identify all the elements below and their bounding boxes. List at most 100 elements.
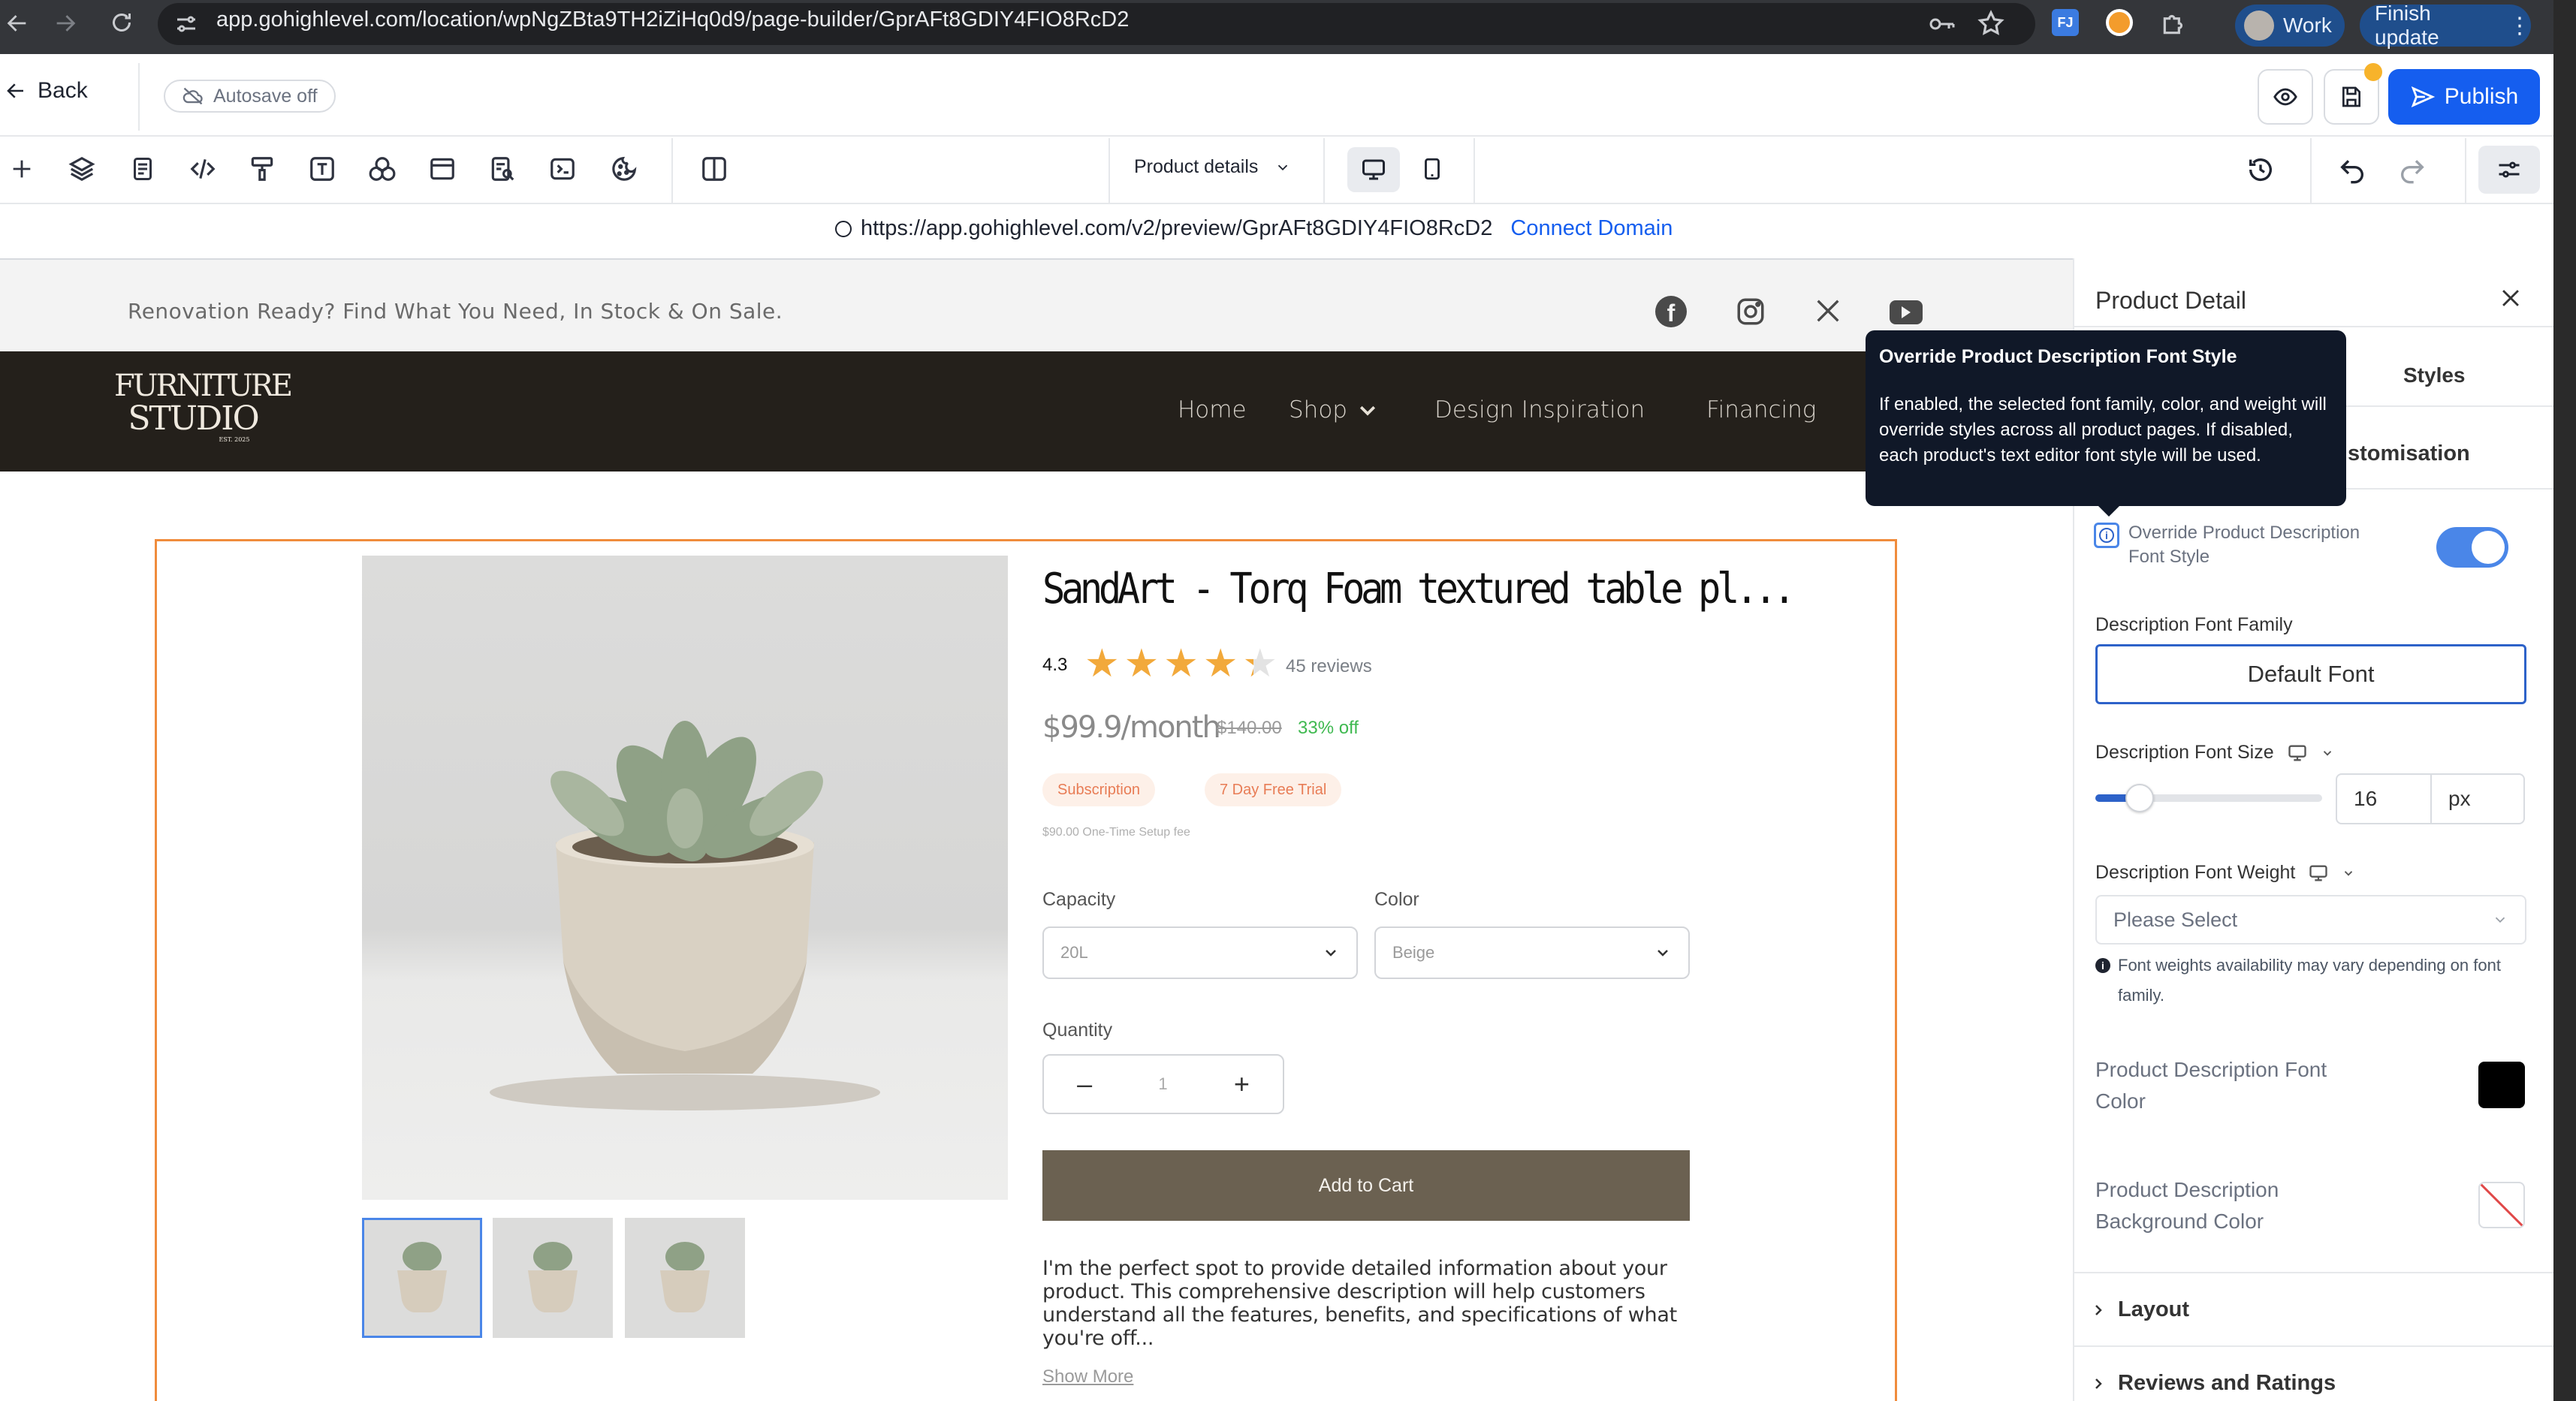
mobile-view-button[interactable] [1419, 155, 1445, 183]
shapes-icon[interactable] [368, 155, 397, 183]
undo-icon[interactable] [2337, 155, 2367, 185]
page-select[interactable]: Product details [1134, 156, 1291, 178]
connect-domain-link[interactable]: Connect Domain [1510, 216, 1673, 241]
customisation-section-header[interactable]: stomisation [2348, 441, 2470, 466]
finish-update-button[interactable]: Finish update ⋮ [2360, 2, 2531, 49]
reload-icon[interactable] [108, 9, 135, 36]
nav-design-inspiration[interactable]: Design Inspiration [1434, 396, 1645, 423]
desktop-icon[interactable] [2286, 743, 2309, 764]
nav-shop-label: Shop [1289, 396, 1347, 423]
extension-orange-icon[interactable] [2106, 9, 2133, 36]
close-icon[interactable] [2498, 285, 2523, 311]
layout-section[interactable]: Layout [2089, 1297, 2189, 1322]
divider [0, 135, 2553, 137]
extension-fj-icon[interactable]: FJ [2052, 9, 2079, 36]
divider [1474, 138, 1475, 204]
capacity-select[interactable]: 20L [1042, 926, 1358, 979]
plant-pot-icon [397, 1242, 447, 1312]
eye-icon [2273, 88, 2297, 106]
back-label: Back [38, 78, 88, 103]
bg-color-swatch[interactable] [2478, 1182, 2525, 1228]
text-icon[interactable] [308, 155, 336, 183]
finish-update-label: Finish update [2375, 2, 2439, 49]
product-thumbnail[interactable] [625, 1218, 745, 1338]
split-view-icon[interactable] [700, 155, 728, 183]
search-page-icon[interactable] [488, 155, 517, 183]
product-thumbnail[interactable] [493, 1218, 613, 1338]
font-weight-select[interactable]: Please Select [2095, 895, 2526, 945]
minus-icon[interactable]: – [1077, 1068, 1092, 1100]
info-circle-icon[interactable]: i [2094, 523, 2119, 548]
reviews-ratings-section[interactable]: Reviews and Ratings [2089, 1371, 2336, 1396]
extensions-puzzle-icon[interactable] [2160, 9, 2188, 38]
preview-eye-button[interactable] [2258, 69, 2313, 125]
chevron-right-icon [2095, 1304, 2102, 1315]
font-weight-label-row: Description Font Weight [2095, 862, 2355, 884]
font-color-swatch[interactable] [2478, 1062, 2525, 1108]
add-to-cart-button[interactable]: Add to Cart [1042, 1150, 1690, 1221]
subscription-badge: Subscription [1042, 773, 1156, 806]
capacity-label: Capacity [1042, 889, 1116, 910]
cookie-icon[interactable] [610, 155, 638, 183]
product-thumbnail[interactable] [362, 1218, 482, 1338]
unsaved-dot [2364, 63, 2382, 81]
tab-styles[interactable]: Styles [2403, 363, 2466, 387]
divider [2310, 138, 2312, 204]
override-toggle[interactable] [2436, 527, 2508, 568]
publish-button[interactable]: Publish [2388, 69, 2540, 125]
paint-roller-icon[interactable] [248, 155, 276, 183]
chevron-down-icon [2495, 917, 2505, 923]
chevron-down-icon[interactable] [2342, 866, 2355, 880]
font-family-select[interactable]: Default Font [2095, 644, 2526, 704]
color-label: Color [1374, 889, 1419, 910]
nav-home[interactable]: Home [1178, 396, 1247, 423]
chevron-down-icon [1658, 950, 1668, 957]
password-key-icon[interactable] [1927, 11, 1957, 38]
back-arrow-icon[interactable] [5, 11, 30, 36]
desktop-icon[interactable] [2307, 863, 2330, 884]
site-settings-icon[interactable] [173, 11, 200, 38]
x-twitter-icon[interactable] [1813, 296, 1843, 326]
terminal-icon[interactable] [548, 155, 577, 183]
popup-icon[interactable] [428, 155, 457, 183]
chevron-down-icon [1278, 164, 1288, 170]
chevron-down-icon[interactable] [2321, 746, 2334, 760]
code-icon[interactable] [188, 155, 218, 183]
review-count[interactable]: 45 reviews [1286, 656, 1372, 677]
font-size-unit: px [2448, 787, 2471, 810]
history-icon[interactable] [2246, 155, 2276, 185]
autosave-toggle[interactable]: Autosave off [164, 80, 336, 113]
redo-icon[interactable] [2397, 155, 2427, 185]
quantity-stepper[interactable]: – 1 + [1042, 1054, 1284, 1114]
font-size-slider[interactable] [2095, 784, 2322, 812]
slider-thumb[interactable] [2125, 784, 2154, 812]
forward-arrow-icon[interactable] [53, 11, 78, 36]
product-description: I'm the perfect spot to provide detailed… [1042, 1257, 1677, 1350]
color-select[interactable]: Beige [1374, 926, 1690, 979]
desktop-view-button[interactable] [1347, 147, 1400, 192]
star-icon: ★ [1242, 642, 1278, 685]
layers-icon[interactable] [68, 155, 96, 183]
show-more-link[interactable]: Show More [1042, 1366, 1133, 1387]
logo-small: EST. 2025 [219, 436, 250, 443]
nav-financing[interactable]: Financing [1706, 396, 1816, 423]
facebook-icon[interactable]: f [1655, 296, 1687, 327]
font-weight-note: i Font weights availability may vary dep… [2095, 951, 2523, 1011]
profile-button[interactable]: Work [2235, 5, 2345, 47]
plus-icon[interactable]: + [1234, 1068, 1250, 1100]
youtube-icon[interactable] [1890, 300, 1923, 324]
divider [1109, 138, 1110, 204]
font-family-label: Description Font Family [2095, 614, 2293, 635]
avatar [2244, 11, 2274, 41]
bookmark-star-icon[interactable] [1977, 9, 2005, 38]
nav-shop[interactable]: Shop [1289, 396, 1379, 423]
font-size-input[interactable]: 16 px [2336, 773, 2525, 824]
add-element-icon[interactable] [9, 156, 35, 182]
pages-icon[interactable] [129, 155, 156, 183]
back-button[interactable]: Back [5, 78, 88, 104]
instagram-icon[interactable] [1735, 296, 1766, 327]
preview-url[interactable]: https://app.gohighlevel.com/v2/preview/G… [861, 216, 1492, 241]
settings-button[interactable] [2478, 146, 2540, 194]
site-logo[interactable]: FURNITURE STUDIO EST. 2025 [114, 371, 293, 453]
product-main-image[interactable] [362, 556, 1008, 1200]
